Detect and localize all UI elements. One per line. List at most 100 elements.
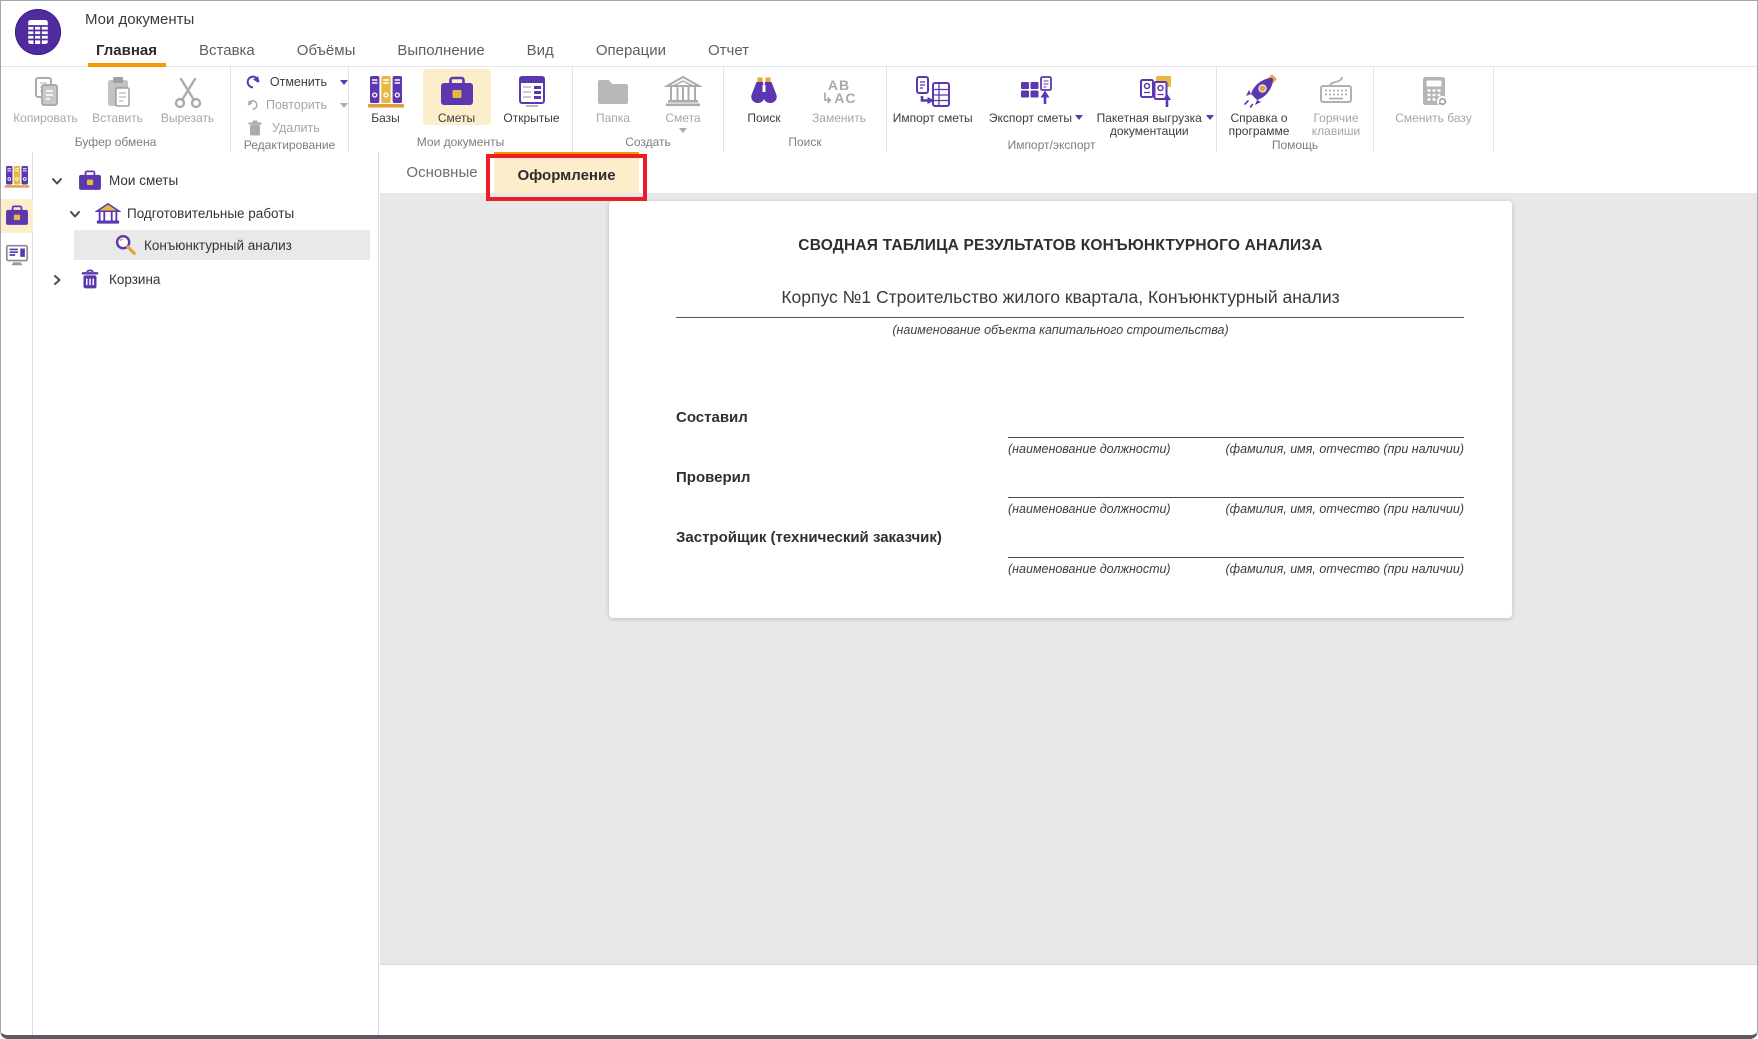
document-title: СВОДНАЯ ТАБЛИЦА РЕЗУЛЬТАТОВ КОНЪЮНКТУРНО… [798, 237, 1323, 254]
estimate-create-label: Смета [665, 111, 701, 125]
copy-label: Копировать [13, 111, 78, 125]
name-hint: (фамилия, имя, отчество (при наличии) [1225, 502, 1464, 516]
search-label: Поиск [747, 111, 781, 125]
ribbon-group-search: Поиск AB ↳AC Заменить Поиск [724, 67, 887, 152]
tree-item-recycle-bin[interactable]: Корзина [33, 263, 378, 296]
binders-icon [4, 164, 30, 190]
signature-line [1008, 437, 1464, 438]
undo-label: Отменить [269, 75, 327, 89]
menu-tab-operacii[interactable]: Операции [596, 34, 666, 66]
menu-tab-obyomy[interactable]: Объёмы [297, 34, 356, 66]
folder-button[interactable]: Папка [582, 69, 644, 125]
chevron-down-icon[interactable] [1206, 115, 1215, 120]
estimates-label: Сметы [437, 111, 476, 125]
briefcase-icon [77, 168, 103, 194]
signature-label: Составил [676, 409, 748, 426]
trash-icon [245, 118, 265, 138]
ribbon-group-label: Мои документы [416, 135, 505, 149]
export-icon [1017, 72, 1055, 112]
open-docs-button[interactable]: Открытые [497, 69, 567, 125]
menu-tab-otchet[interactable]: Отчет [708, 34, 749, 66]
position-hint: (наименование должности) [1008, 562, 1171, 576]
signature-line [1008, 497, 1464, 498]
paste-label: Вставить [92, 111, 143, 125]
chevron-down-icon[interactable] [340, 103, 348, 108]
ribbon: Копировать Вставить Вырезать Буфер обмен… [1, 67, 1757, 153]
import-estimate-label: Импорт сметы [892, 111, 973, 125]
tree-item-label: Подготовительные работы [127, 206, 295, 221]
tree-item-label: Корзина [109, 272, 161, 287]
binoculars-icon [745, 72, 783, 112]
open-docs-icon [513, 72, 551, 112]
tree-item-label: Конъюнктурный анализ [144, 237, 292, 253]
magnifier-icon [112, 232, 138, 258]
ribbon-group-label [1374, 135, 1493, 152]
copy-button[interactable]: Копировать [9, 69, 83, 125]
bases-button[interactable]: Базы [355, 69, 417, 125]
estimates-button[interactable]: Сметы [422, 69, 491, 125]
export-estimate-button[interactable]: Экспорт сметы [982, 69, 1089, 125]
tab-label: Оформление [517, 166, 616, 184]
change-database-button[interactable]: Сменить базу [1394, 69, 1474, 125]
tab-label: Основные [406, 164, 478, 181]
menu-tab-vid[interactable]: Вид [527, 34, 554, 66]
rail-bases-button[interactable] [1, 160, 33, 194]
about-button[interactable]: Справка о программе [1221, 69, 1297, 138]
briefcase-icon [4, 203, 30, 229]
chevron-down-icon[interactable] [49, 173, 65, 189]
bottom-bar: Открыть КА [380, 964, 1757, 1035]
signature-line [1008, 557, 1464, 558]
tab-formatting[interactable]: Оформление [494, 152, 639, 193]
estimate-create-button[interactable]: Смета [652, 69, 714, 133]
briefcase-icon [438, 72, 476, 112]
batch-upload-button[interactable]: Пакетная выгрузка документации [1093, 69, 1216, 138]
tree-item-label: Мои сметы [109, 173, 179, 188]
rail-report-button[interactable] [1, 238, 33, 272]
signature-row: Застройщик (технический заказчик) (наиме… [609, 527, 1512, 587]
trash-icon [77, 267, 103, 293]
chevron-down-icon[interactable] [67, 206, 83, 222]
menu-tab-label: Операции [595, 41, 666, 59]
menu-tab-glavnaya[interactable]: Главная [87, 34, 166, 67]
tree-item-conjuncture-analysis[interactable]: Конъюнктурный анализ [74, 230, 370, 260]
document-tree: Мои сметы Подготовительные работы Конъюн… [33, 152, 379, 1035]
app-logo-icon[interactable] [15, 9, 61, 55]
left-rail [1, 152, 33, 1035]
menu-tab-vypolnenie[interactable]: Выполнение [397, 34, 484, 66]
folder-label: Папка [596, 111, 630, 125]
tree-item-preparatory-works[interactable]: Подготовительные работы [33, 197, 378, 230]
chevron-right-icon[interactable] [49, 272, 65, 288]
cut-button[interactable]: Вырезать [153, 69, 223, 125]
ribbon-group-help: Справка о программе Горячие клавиши Помо… [1217, 67, 1374, 152]
name-hint: (фамилия, имя, отчество (при наличии) [1225, 442, 1464, 456]
delete-button[interactable]: Удалить [245, 118, 348, 138]
ribbon-group-create: Папка Смета Создать [573, 67, 724, 152]
paste-button[interactable]: Вставить [83, 69, 153, 125]
ribbon-group-import-export: Импорт сметы Экспорт сметы Пакетная выгр… [887, 67, 1217, 152]
menu-tab-label: Вставка [199, 41, 255, 59]
search-button[interactable]: Поиск [734, 69, 794, 125]
hotkeys-button[interactable]: Горячие клавиши [1303, 69, 1369, 138]
ribbon-group-label: Помощь [1271, 138, 1319, 152]
position-hint: (наименование должности) [1008, 442, 1171, 456]
rail-estimates-button[interactable] [1, 199, 33, 233]
cut-icon [169, 72, 207, 112]
tree-item-my-estimates[interactable]: Мои сметы [33, 164, 378, 197]
menu-tab-vstavka[interactable]: Вставка [199, 34, 255, 66]
chevron-down-icon[interactable] [340, 80, 348, 85]
undo-button[interactable]: Отменить [245, 72, 348, 92]
ribbon-group-label: Буфер обмена [74, 135, 157, 149]
replace-button[interactable]: AB ↳AC Заменить [802, 69, 876, 125]
tab-basic[interactable]: Основные [392, 152, 492, 193]
object-name: Корпус №1 Строительство жилого квартала,… [781, 287, 1340, 307]
calculator-icon [1415, 72, 1453, 112]
menu-tab-label: Выполнение [397, 41, 485, 59]
replace-label: Заменить [812, 111, 866, 125]
import-estimate-button[interactable]: Импорт сметы [887, 69, 978, 125]
chevron-down-icon[interactable] [679, 128, 687, 133]
redo-button[interactable]: Повторить [245, 95, 348, 115]
rocket-icon [1240, 72, 1278, 112]
ribbon-group-editing: Отменить Повторить Удалить Редактировани… [231, 67, 349, 152]
chevron-down-icon[interactable] [1074, 115, 1083, 120]
ribbon-group-label: Поиск [788, 135, 822, 149]
